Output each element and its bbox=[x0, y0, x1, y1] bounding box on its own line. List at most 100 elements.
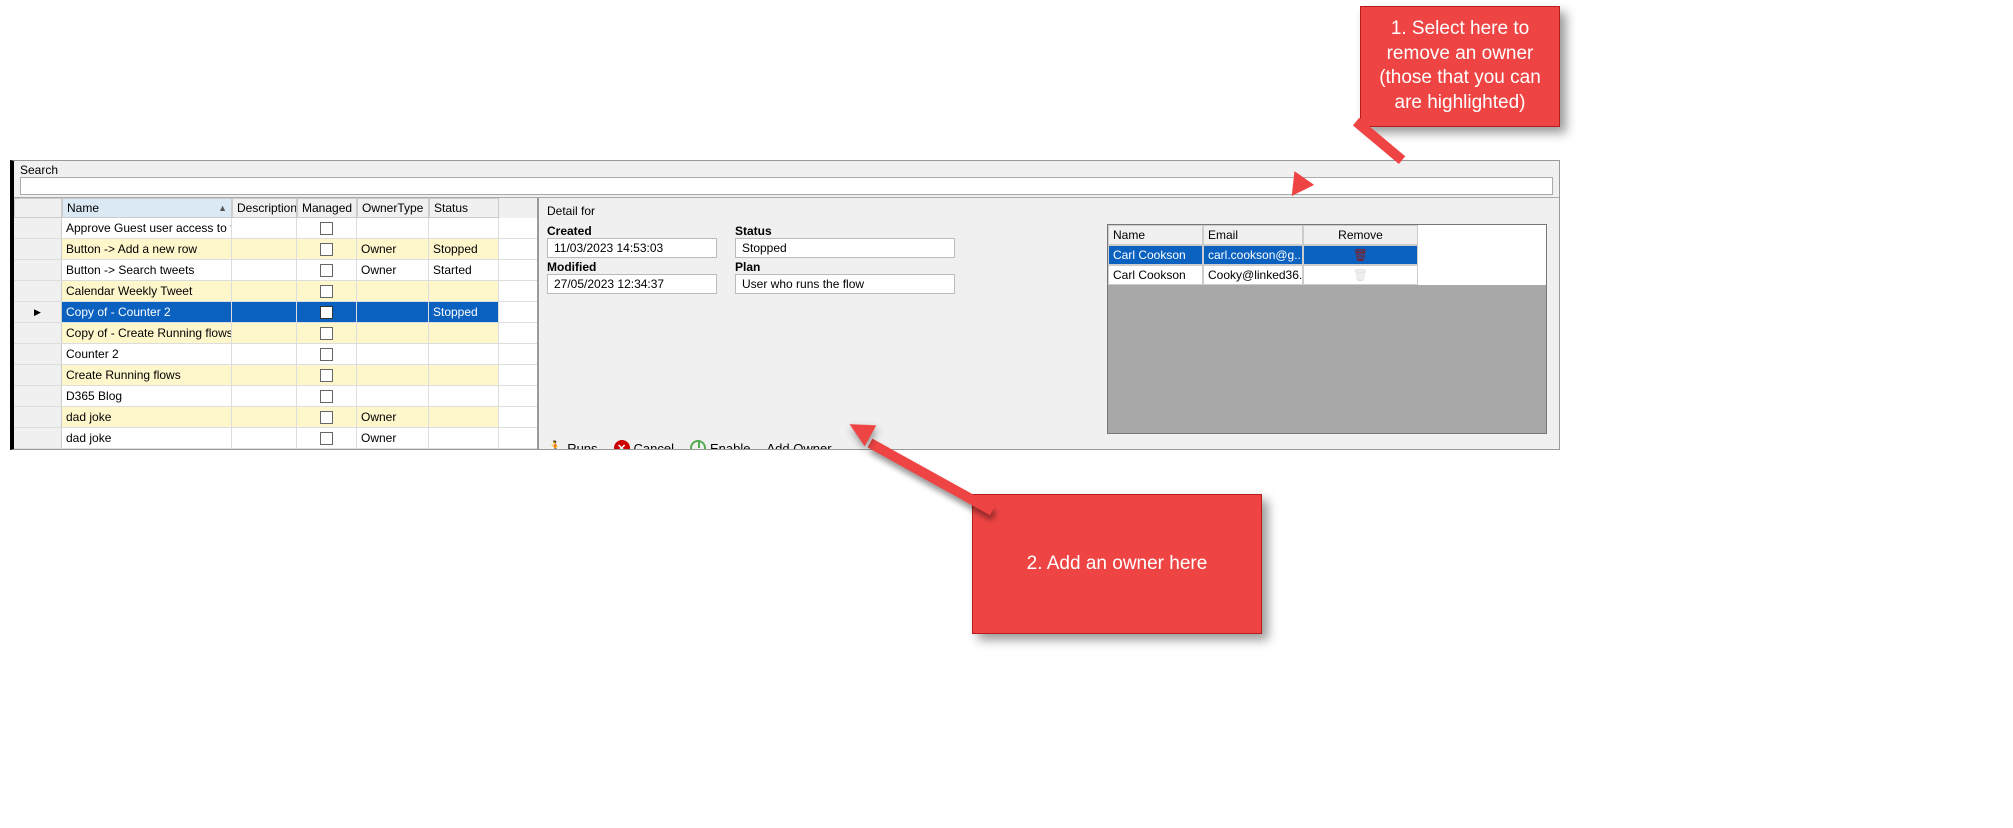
owner-cell-name: Carl Cookson bbox=[1108, 265, 1203, 285]
sort-asc-icon: ▲ bbox=[218, 203, 227, 213]
main-split: Name ▲ Description Managed OwnerType Sta… bbox=[14, 198, 1559, 449]
checkbox-icon[interactable] bbox=[320, 327, 333, 340]
cell-ownertype: Owner bbox=[357, 428, 429, 448]
table-row[interactable]: Calendar Weekly Tweet bbox=[14, 281, 537, 302]
search-input[interactable] bbox=[20, 177, 1553, 195]
owner-cell-email: carl.cookson@g... bbox=[1203, 245, 1303, 265]
cell-status bbox=[429, 218, 499, 238]
cell-name: D365 Blog bbox=[62, 386, 232, 406]
row-header-cell bbox=[14, 239, 62, 259]
detail-pane: Detail for Created 11/03/2023 14:53:03 M… bbox=[539, 198, 1559, 449]
col-header-status[interactable]: Status bbox=[429, 198, 499, 218]
checkbox-icon[interactable] bbox=[320, 369, 333, 382]
row-header-cell bbox=[14, 428, 62, 448]
owner-row[interactable]: Carl Cooksoncarl.cookson@g...🗑 bbox=[1108, 245, 1546, 265]
cell-ownertype bbox=[357, 365, 429, 385]
owner-col-email[interactable]: Email bbox=[1203, 225, 1303, 245]
cell-description bbox=[232, 218, 297, 238]
callout-arrow-2 bbox=[868, 439, 995, 516]
cell-managed[interactable] bbox=[297, 365, 357, 385]
cell-description bbox=[232, 323, 297, 343]
table-row[interactable]: Button -> Search tweets OwnerStarted bbox=[14, 260, 537, 281]
table-row[interactable]: Copy of - Counter 2Stopped bbox=[14, 302, 537, 323]
cell-status: Stopped bbox=[429, 239, 499, 259]
callout-remove-owner: 1. Select here to remove an owner (those… bbox=[1360, 6, 1560, 127]
detail-title: Detail for bbox=[547, 202, 1551, 224]
detail-fields: Created 11/03/2023 14:53:03 Modified 27/… bbox=[547, 224, 955, 294]
cell-name: Button -> Add a new row bbox=[62, 239, 232, 259]
checkbox-icon[interactable] bbox=[320, 306, 333, 319]
cell-status bbox=[429, 428, 499, 448]
cancel-button[interactable]: ✕ Cancel bbox=[614, 440, 674, 449]
runs-button[interactable]: 🏃 Runs bbox=[547, 440, 598, 449]
table-row[interactable]: Create Running flows bbox=[14, 365, 537, 386]
table-row[interactable]: D365 Blog bbox=[14, 386, 537, 407]
power-icon bbox=[690, 440, 706, 449]
owner-col-remove[interactable]: Remove bbox=[1303, 225, 1418, 245]
cell-managed[interactable] bbox=[297, 239, 357, 259]
cell-name: Copy of - Create Running flows bbox=[62, 323, 232, 343]
trash-icon: 🗑 bbox=[1353, 268, 1368, 282]
add-owner-button[interactable]: Add Owner bbox=[767, 441, 832, 450]
owner-row[interactable]: Carl CooksonCooky@linked36...🗑 bbox=[1108, 265, 1546, 285]
trash-icon[interactable]: 🗑 bbox=[1353, 248, 1368, 262]
col-header-ownertype[interactable]: OwnerType bbox=[357, 198, 429, 218]
col-header-description[interactable]: Description bbox=[232, 198, 297, 218]
table-row[interactable]: Counter 2 bbox=[14, 344, 537, 365]
cell-status: Started bbox=[429, 260, 499, 280]
cell-name: Create Running flows bbox=[62, 365, 232, 385]
modified-value: 27/05/2023 12:34:37 bbox=[547, 274, 717, 294]
cell-ownertype bbox=[357, 281, 429, 301]
table-row[interactable]: Approve Guest user access to team bbox=[14, 218, 537, 239]
table-row[interactable]: Button -> Add a new rowOwnerStopped bbox=[14, 239, 537, 260]
checkbox-icon[interactable] bbox=[320, 432, 333, 445]
cell-status bbox=[429, 407, 499, 427]
cell-ownertype: Owner bbox=[357, 407, 429, 427]
cell-managed[interactable] bbox=[297, 260, 357, 280]
col-header-managed[interactable]: Managed bbox=[297, 198, 357, 218]
cell-name: Copy of - Counter 2 bbox=[62, 302, 232, 322]
runs-icon: 🏃 bbox=[547, 440, 563, 449]
checkbox-icon[interactable] bbox=[320, 390, 333, 403]
checkbox-icon[interactable] bbox=[320, 222, 333, 235]
owner-cell-remove[interactable]: 🗑 bbox=[1303, 245, 1418, 265]
enable-button[interactable]: Enable bbox=[690, 440, 750, 449]
table-row[interactable]: dad joke Owner bbox=[14, 428, 537, 449]
cell-description bbox=[232, 428, 297, 448]
cell-managed[interactable] bbox=[297, 281, 357, 301]
checkbox-icon[interactable] bbox=[320, 285, 333, 298]
cell-name: Button -> Search tweets bbox=[62, 260, 232, 280]
owner-col-name[interactable]: Name bbox=[1108, 225, 1203, 245]
col-header-name[interactable]: Name ▲ bbox=[62, 198, 232, 218]
checkbox-icon[interactable] bbox=[320, 264, 333, 277]
table-row[interactable]: dad jokeOwner bbox=[14, 407, 537, 428]
cell-description bbox=[232, 386, 297, 406]
created-label: Created bbox=[547, 224, 717, 238]
status-value: Stopped bbox=[735, 238, 955, 258]
status-label: Status bbox=[735, 224, 955, 238]
cell-managed[interactable] bbox=[297, 302, 357, 322]
cell-managed[interactable] bbox=[297, 407, 357, 427]
cell-managed[interactable] bbox=[297, 428, 357, 448]
cell-description bbox=[232, 302, 297, 322]
cell-managed[interactable] bbox=[297, 218, 357, 238]
checkbox-icon[interactable] bbox=[320, 243, 333, 256]
owner-grid-wrap: Name Email Remove Carl Cooksoncarl.cooks… bbox=[1107, 224, 1547, 434]
cell-managed[interactable] bbox=[297, 344, 357, 364]
cell-managed[interactable] bbox=[297, 323, 357, 343]
cell-ownertype: Owner bbox=[357, 260, 429, 280]
cell-status bbox=[429, 365, 499, 385]
cell-name: dad joke bbox=[62, 428, 232, 448]
cell-status bbox=[429, 281, 499, 301]
cell-ownertype bbox=[357, 323, 429, 343]
callout-add-owner: 2. Add an owner here bbox=[972, 494, 1262, 634]
cell-status bbox=[429, 323, 499, 343]
checkbox-icon[interactable] bbox=[320, 348, 333, 361]
cell-managed[interactable] bbox=[297, 386, 357, 406]
cell-name: Calendar Weekly Tweet bbox=[62, 281, 232, 301]
grid-header: Name ▲ Description Managed OwnerType Sta… bbox=[14, 198, 537, 218]
grid-body[interactable]: Approve Guest user access to teamButton … bbox=[14, 218, 537, 449]
checkbox-icon[interactable] bbox=[320, 411, 333, 424]
row-header-cell bbox=[14, 218, 62, 238]
table-row[interactable]: Copy of - Create Running flows bbox=[14, 323, 537, 344]
